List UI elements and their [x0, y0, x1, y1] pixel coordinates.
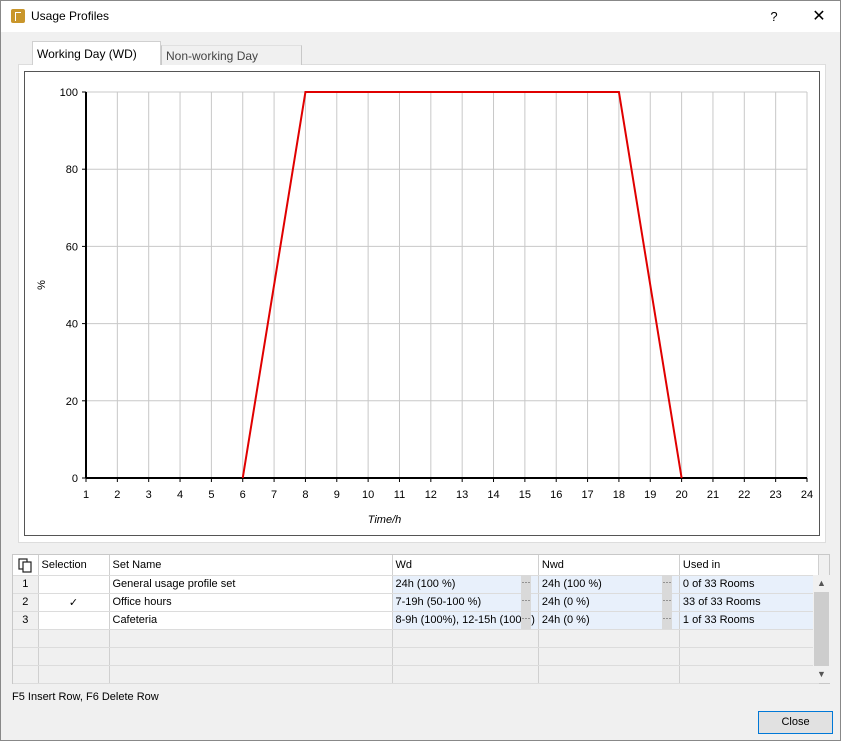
window-close-button[interactable]: ✕: [799, 1, 839, 32]
empty-row: [13, 647, 819, 666]
x-tick-label: 5: [208, 489, 214, 501]
y-tick-label: 100: [60, 87, 78, 99]
wd-cell[interactable]: 7-19h (50-100 %): [392, 593, 539, 612]
copy-icon[interactable]: [18, 558, 32, 573]
x-tick-label: 8: [302, 489, 308, 501]
help-button[interactable]: ?: [761, 1, 787, 32]
table-row[interactable]: 1 General usage profile set 24h (100 %) …: [13, 575, 819, 594]
usage-profiles-grid: Selection Set Name Wd Nwd Used in 1 Gene…: [12, 554, 830, 684]
keyboard-hint: F5 Insert Row, F6 Delete Row: [12, 691, 159, 703]
x-tick-label: 16: [550, 489, 562, 501]
wd-ellipsis-button[interactable]: ···: [521, 611, 531, 629]
x-tick-label: 6: [240, 489, 246, 501]
tab-working-day[interactable]: Working Day (WD): [32, 41, 161, 65]
row-number[interactable]: 2: [13, 593, 39, 612]
nwd-ellipsis-button[interactable]: ···: [662, 575, 672, 593]
wd-ellipsis-button[interactable]: ···: [521, 575, 531, 593]
grid-header-row: Selection Set Name Wd Nwd Used in: [13, 555, 819, 576]
x-tick-label: 4: [177, 489, 183, 501]
x-tick-label: 22: [738, 489, 750, 501]
x-tick-label: 20: [675, 489, 687, 501]
y-tick-label: 0: [72, 473, 78, 485]
x-tick-label: 12: [425, 489, 437, 501]
column-header-set-name[interactable]: Set Name: [109, 555, 393, 576]
y-tick-label: 80: [66, 164, 78, 176]
x-tick-label: 21: [707, 489, 719, 501]
used-in-cell[interactable]: 33 of 33 Rooms: [679, 593, 819, 612]
selection-cell[interactable]: [38, 611, 110, 630]
column-header-selection[interactable]: Selection: [38, 555, 110, 576]
usage-profiles-dialog: Usage Profiles ? ✕ Working Day (WD) Non-…: [0, 0, 841, 741]
y-axis-label: %: [36, 280, 48, 290]
x-tick-label: 2: [114, 489, 120, 501]
grid-corner[interactable]: [13, 555, 39, 576]
title-bar: Usage Profiles ? ✕: [1, 1, 840, 32]
empty-row: [13, 665, 819, 684]
used-in-cell[interactable]: 1 of 33 Rooms: [679, 611, 819, 630]
x-tick-label: 19: [644, 489, 656, 501]
vertical-scrollbar[interactable]: ▲ ▼: [813, 575, 830, 683]
y-tick-label: 60: [66, 241, 78, 253]
nwd-ellipsis-button[interactable]: ···: [662, 611, 672, 629]
x-tick-label: 15: [519, 489, 531, 501]
x-tick-label: 11: [394, 489, 405, 501]
y-tick-label: 40: [66, 319, 78, 331]
set-name-cell[interactable]: General usage profile set: [109, 575, 393, 594]
x-axis-label: Time/h: [368, 514, 402, 526]
x-tick-label: 17: [581, 489, 593, 501]
tab-non-working-day[interactable]: Non-working Day (NWD): [161, 45, 302, 83]
nwd-cell[interactable]: 24h (0 %): [538, 611, 680, 630]
nwd-cell[interactable]: 24h (0 %): [538, 593, 680, 612]
column-header-used-in[interactable]: Used in: [679, 555, 819, 576]
x-tick-label: 10: [362, 489, 374, 501]
x-tick-label: 24: [801, 489, 813, 501]
nwd-ellipsis-button[interactable]: ···: [662, 593, 672, 611]
x-tick-label: 13: [456, 489, 468, 501]
used-in-cell[interactable]: 0 of 33 Rooms: [679, 575, 819, 594]
chart-svg: 1 2 3 4 5 6 7 8 9 10 11 12 13 14 15 16 17 18 19 20 21 22 23 240…: [36, 87, 813, 526]
wd-cell[interactable]: 24h (100 %): [392, 575, 539, 594]
grid-table: Selection Set Name Wd Nwd Used in 1 Gene…: [13, 555, 819, 684]
column-header-wd[interactable]: Wd: [392, 555, 539, 576]
nwd-cell[interactable]: 24h (100 %): [538, 575, 680, 594]
usage-chart: 1 2 3 4 5 6 7 8 9 10 11 12 13 14 15 16 17 18 19 20 21 22 23 24 0…: [24, 71, 820, 536]
table-row[interactable]: 3 Cafeteria 8-9h (100%), 12-15h (100%) 2…: [13, 611, 819, 630]
wd-ellipsis-button[interactable]: ···: [521, 593, 531, 611]
x-tick-label: 9: [334, 489, 340, 501]
row-number[interactable]: 1: [13, 575, 39, 594]
x-tick-label: 7: [271, 489, 277, 501]
scroll-thumb[interactable]: [814, 592, 829, 666]
x-tick-label: 3: [146, 489, 152, 501]
table-row[interactable]: 2 ✓ Office hours 7-19h (50-100 %) 24h (0…: [13, 593, 819, 612]
set-name-cell[interactable]: Cafeteria: [109, 611, 393, 630]
selection-cell[interactable]: [38, 575, 110, 594]
empty-row: [13, 629, 819, 648]
row-number[interactable]: 3: [13, 611, 39, 630]
scroll-up-icon[interactable]: ▲: [813, 575, 830, 592]
y-tick-label: 20: [66, 396, 78, 408]
app-icon: [11, 9, 25, 23]
x-tick-label: 14: [487, 489, 499, 501]
x-tick-label: 1: [83, 489, 89, 501]
x-tick-label: 18: [613, 489, 625, 501]
wd-cell[interactable]: 8-9h (100%), 12-15h (100%): [392, 611, 539, 630]
column-header-nwd[interactable]: Nwd: [538, 555, 680, 576]
scroll-down-icon[interactable]: ▼: [813, 666, 830, 683]
x-tick-label: 23: [770, 489, 782, 501]
set-name-cell[interactable]: Office hours: [109, 593, 393, 612]
selection-cell[interactable]: ✓: [38, 593, 110, 612]
window-title: Usage Profiles: [31, 9, 110, 23]
close-button[interactable]: Close: [758, 711, 833, 734]
